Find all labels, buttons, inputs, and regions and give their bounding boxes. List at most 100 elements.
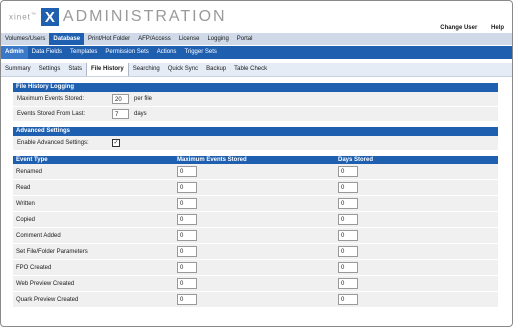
- days-stored-input[interactable]: 0: [338, 278, 358, 289]
- days-stored-cell: 0: [335, 259, 498, 276]
- max-events-cell: 0: [174, 164, 335, 180]
- days-stored-input[interactable]: 0: [338, 262, 358, 273]
- x-logo-icon: X: [40, 8, 59, 26]
- max-events-input[interactable]: 0: [177, 182, 197, 193]
- days-stored-cell: 0: [335, 275, 498, 292]
- max-events-cell: 0: [174, 259, 335, 276]
- table-row: Web Preview Created 0 0: [13, 275, 498, 292]
- event-type-cell: Comment Added: [13, 227, 174, 244]
- max-events-cell: 0: [174, 195, 335, 212]
- nav3-tab-file-history[interactable]: File History: [86, 63, 129, 76]
- days-stored-cell: 0: [335, 211, 498, 228]
- help-link[interactable]: Help: [491, 25, 504, 31]
- nav2-tab-permission-sets[interactable]: Permission Sets: [101, 46, 152, 59]
- table-row: Quark Preview Created 0 0: [13, 291, 498, 308]
- event-types-table: Event Type Maximum Events Stored Days St…: [13, 156, 498, 308]
- max-events-cell: 0: [174, 291, 335, 308]
- days-stored-input[interactable]: 0: [338, 246, 358, 257]
- max-events-header: Maximum Events Stored: [174, 156, 335, 164]
- max-events-input[interactable]: 0: [177, 198, 197, 209]
- nav1-tab-database[interactable]: Database: [49, 33, 85, 45]
- max-events-input[interactable]: 20: [112, 94, 129, 104]
- nav1-tab-portal[interactable]: Portal: [233, 33, 257, 45]
- max-events-cell: 0: [174, 179, 335, 196]
- days-stored-input[interactable]: 0: [338, 230, 358, 241]
- nav2-tab-data-fields[interactable]: Data Fields: [28, 46, 66, 59]
- nav1-tab-afp-access[interactable]: AFP/Access: [134, 33, 175, 45]
- max-events-input[interactable]: 0: [177, 278, 197, 289]
- nav1-tab-license[interactable]: License: [175, 33, 204, 45]
- nav2-tab-trigger-sets[interactable]: Trigger Sets: [180, 46, 220, 59]
- max-events-input[interactable]: 0: [177, 246, 197, 257]
- table-row: Copied 0 0: [13, 211, 498, 228]
- max-events-cell: 0: [174, 227, 335, 244]
- event-type-header: Event Type: [13, 156, 174, 164]
- event-type-cell: Renamed: [13, 164, 174, 180]
- stored-from-label: Events Stored From Last:: [17, 111, 86, 117]
- days-stored-cell: 0: [335, 164, 498, 180]
- days-stored-cell: 0: [335, 227, 498, 244]
- change-user-link[interactable]: Change User: [440, 25, 477, 31]
- nav3-tab-table-check[interactable]: Table Check: [230, 63, 271, 76]
- enable-advanced-row: Enable Advanced Settings: ✓: [13, 136, 498, 151]
- nav1-tab-logging[interactable]: Logging: [203, 33, 232, 45]
- event-type-cell: Read: [13, 179, 174, 196]
- days-stored-cell: 0: [335, 195, 498, 212]
- nav3-tab-summary[interactable]: Summary: [1, 63, 35, 76]
- enable-advanced-label: Enable Advanced Settings:: [17, 140, 89, 146]
- nav2-tab-templates[interactable]: Templates: [66, 46, 101, 59]
- days-stored-cell: 0: [335, 291, 498, 308]
- event-type-cell: Written: [13, 195, 174, 212]
- table-row: Read 0 0: [13, 179, 498, 196]
- event-type-cell: Set File/Folder Parameters: [13, 243, 174, 260]
- file-history-logging-header: File History Logging: [13, 83, 498, 92]
- max-events-input[interactable]: 0: [177, 214, 197, 225]
- xinet-logo: xinet™ X ADMINISTRATION: [9, 7, 227, 27]
- max-events-input[interactable]: 0: [177, 166, 197, 177]
- nav1-tab-volumes-users[interactable]: Volumes/Users: [1, 33, 49, 45]
- brand-name: xinet™: [9, 12, 37, 22]
- table-row: Renamed 0 0: [13, 164, 498, 180]
- advanced-settings-header: Advanced Settings: [13, 127, 498, 136]
- days-stored-header: Days Stored: [335, 156, 498, 164]
- max-events-input[interactable]: 0: [177, 230, 197, 241]
- secondary-nav: Admin Data Fields Templates Permission Sets…: [1, 46, 512, 59]
- primary-nav: Volumes/Users Database Print/Hot Folder AFP…: [1, 33, 512, 45]
- days-stored-input[interactable]: 0: [338, 294, 358, 305]
- days-stored-input[interactable]: 0: [338, 166, 358, 177]
- nav2-tab-actions[interactable]: Actions: [153, 46, 181, 59]
- nav3-tab-stats[interactable]: Stats: [64, 63, 86, 76]
- enable-advanced-checkbox[interactable]: ✓: [112, 139, 120, 147]
- nav2-tab-admin[interactable]: Admin: [1, 46, 28, 59]
- table-row: Set File/Folder Parameters 0 0: [13, 243, 498, 260]
- max-events-unit: per file: [134, 96, 153, 102]
- max-events-input[interactable]: 0: [177, 262, 197, 273]
- days-stored-input[interactable]: 0: [338, 198, 358, 209]
- event-type-cell: Copied: [13, 211, 174, 228]
- max-events-row: Maximum Events Stored: 20 per file: [13, 92, 498, 107]
- stored-from-input[interactable]: 7: [112, 109, 129, 119]
- max-events-input[interactable]: 0: [177, 294, 197, 305]
- table-row: Written 0 0: [13, 195, 498, 212]
- max-events-cell: 0: [174, 275, 335, 292]
- days-stored-input[interactable]: 0: [338, 214, 358, 225]
- days-stored-cell: 0: [335, 243, 498, 260]
- days-stored-cell: 0: [335, 179, 498, 196]
- event-type-cell: Quark Preview Created: [13, 291, 174, 308]
- max-events-label: Maximum Events Stored:: [17, 96, 85, 102]
- max-events-cell: 0: [174, 211, 335, 228]
- nav3-tab-quick-sync[interactable]: Quick Sync: [164, 63, 202, 76]
- app-window: xinet™ X ADMINISTRATION Change User Help…: [0, 0, 513, 327]
- event-type-cell: FPO Created: [13, 259, 174, 276]
- days-stored-input[interactable]: 0: [338, 182, 358, 193]
- max-events-cell: 0: [174, 243, 335, 260]
- nav3-tab-searching[interactable]: Searching: [129, 63, 164, 76]
- nav3-tab-backup[interactable]: Backup: [202, 63, 230, 76]
- table-row: Comment Added 0 0: [13, 227, 498, 244]
- nav1-tab-print-hot-folder[interactable]: Print/Hot Folder: [84, 33, 134, 45]
- stored-from-unit: days: [134, 111, 147, 117]
- table-row: FPO Created 0 0: [13, 259, 498, 276]
- event-type-cell: Web Preview Created: [13, 275, 174, 292]
- nav3-tab-settings[interactable]: Settings: [35, 63, 65, 76]
- stored-from-row: Events Stored From Last: 7 days: [13, 107, 498, 122]
